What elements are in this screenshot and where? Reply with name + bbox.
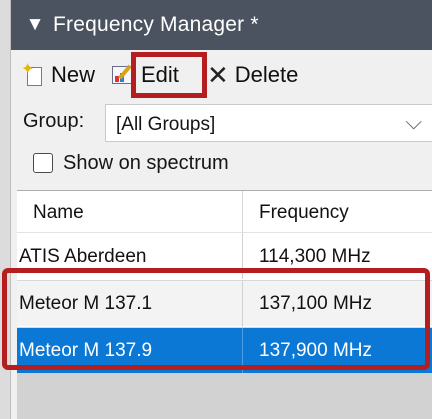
- panel-title: Frequency Manager *: [53, 13, 259, 36]
- new-button[interactable]: ✦ New: [21, 60, 96, 90]
- toolbar: ✦ New Edit ✕ Delete: [11, 54, 432, 96]
- show-on-spectrum-checkbox[interactable]: [33, 153, 53, 173]
- column-header-name[interactable]: Name: [33, 202, 84, 224]
- list-item-name: ATIS Aberdeen: [19, 246, 147, 267]
- column-divider[interactable]: [242, 191, 243, 233]
- rows-highlight-box: [2, 268, 430, 370]
- new-button-label: New: [51, 62, 96, 87]
- list-empty-area: [17, 373, 432, 419]
- group-label: Group:: [23, 110, 85, 132]
- group-selected-value: [All Groups]: [116, 114, 216, 135]
- chevron-down-icon[interactable]: ⌵: [405, 109, 422, 135]
- group-dropdown[interactable]: [All Groups] ⌵: [105, 104, 432, 142]
- show-on-spectrum-toggle[interactable]: Show on spectrum: [33, 148, 229, 178]
- new-document-icon: ✦: [21, 61, 45, 87]
- frequency-manager-screenshot: ▼ Frequency Manager * ✦ New Edit ✕ Delet…: [0, 0, 432, 419]
- show-on-spectrum-label: Show on spectrum: [63, 151, 229, 174]
- delete-button-label: Delete: [234, 62, 299, 87]
- panel-title-bar[interactable]: ▼ Frequency Manager *: [11, 0, 432, 50]
- edit-highlight-box: [131, 52, 207, 98]
- delete-x-icon: ✕: [207, 60, 229, 90]
- list-item-frequency: 114,300 MHz: [259, 246, 371, 267]
- delete-button[interactable]: ✕ Delete: [207, 60, 298, 90]
- list-header: Name Frequency: [17, 191, 432, 233]
- collapse-chevron-icon[interactable]: ▼: [17, 14, 53, 36]
- column-header-frequency[interactable]: Frequency: [259, 202, 349, 224]
